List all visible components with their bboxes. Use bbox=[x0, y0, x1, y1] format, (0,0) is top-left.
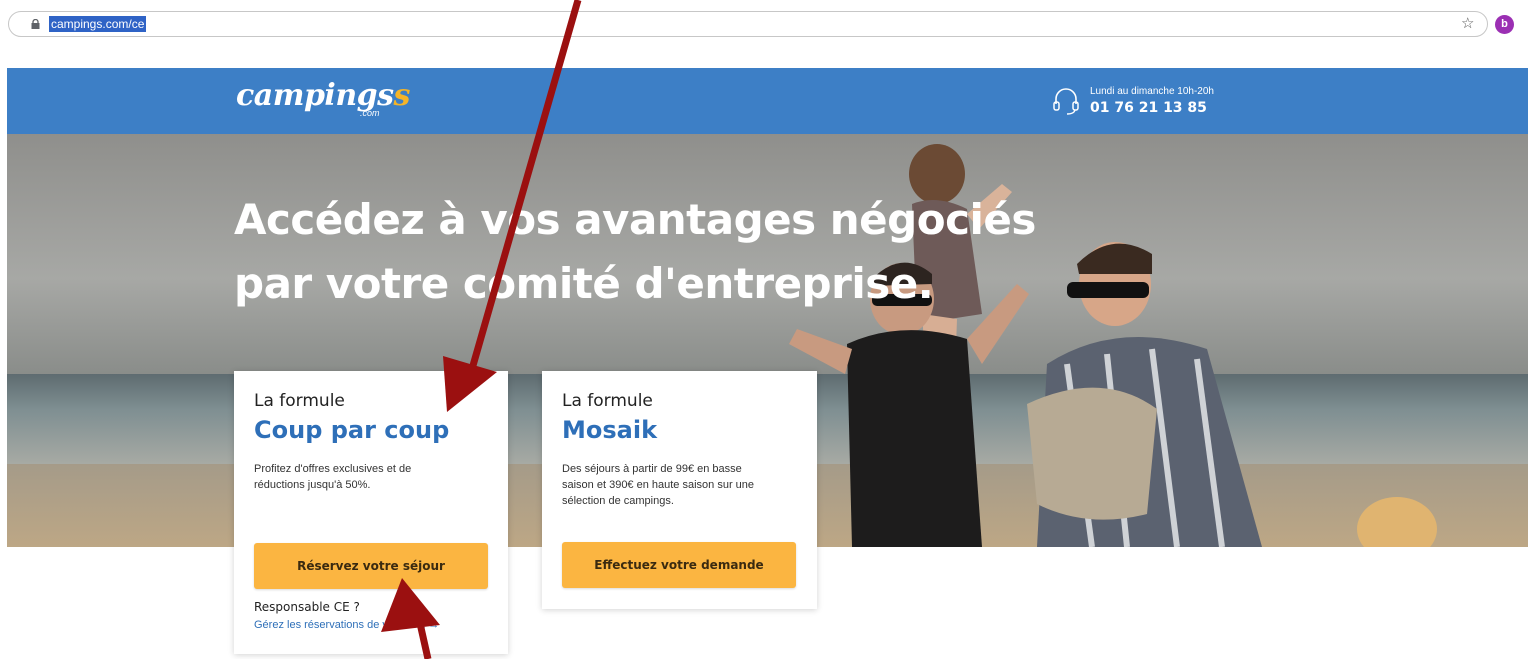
card-kicker: La formule bbox=[254, 391, 345, 411]
hero-title: Accédez à vos avantages négociés par vot… bbox=[234, 188, 1054, 316]
formula-card-mosaik: La formule Mosaik Des séjours à partir d… bbox=[542, 371, 817, 609]
book-stay-button[interactable]: Réservez votre séjour bbox=[254, 543, 488, 589]
card-name: Coup par coup bbox=[254, 416, 450, 444]
card-name: Mosaik bbox=[562, 416, 658, 444]
card-description: Profitez d'offres exclusives et de réduc… bbox=[254, 463, 412, 491]
phone-hours: Lundi au dimanche 10h-20h bbox=[1090, 86, 1214, 97]
profile-avatar[interactable]: b bbox=[1495, 15, 1514, 34]
lock-icon bbox=[31, 19, 40, 29]
campings-logo[interactable]: campingss .com bbox=[236, 78, 410, 128]
hero-title-line-2: par votre comité d'entreprise. bbox=[234, 259, 934, 308]
card-description: Des séjours à partir de 99€ en basse sai… bbox=[562, 463, 755, 507]
logo-s-letter: s bbox=[393, 78, 411, 113]
make-request-button[interactable]: Effectuez votre demande bbox=[562, 542, 796, 588]
url-text[interactable]: campings.com/ce bbox=[49, 16, 147, 32]
phone-number[interactable]: 01 76 21 13 85 bbox=[1090, 100, 1207, 116]
star-icon[interactable]: ☆ bbox=[1461, 14, 1474, 32]
formula-card-coup-par-coup: La formule Coup par coup Profitez d'offr… bbox=[234, 371, 508, 654]
hero-title-line-1: Accédez à vos avantages négociés bbox=[234, 195, 1036, 244]
headset-icon bbox=[1053, 88, 1079, 115]
browser-chrome: campings.com/ce ☆ b bbox=[0, 0, 1528, 52]
card-kicker: La formule bbox=[562, 391, 653, 411]
logo-com-text: .com bbox=[360, 108, 380, 118]
ce-manage-bookings-link[interactable]: Gérez les réservations de votre CE → bbox=[254, 619, 439, 631]
ce-manager-label: Responsable CE ? bbox=[254, 600, 360, 614]
address-bar[interactable]: campings.com/ce bbox=[8, 11, 1488, 37]
